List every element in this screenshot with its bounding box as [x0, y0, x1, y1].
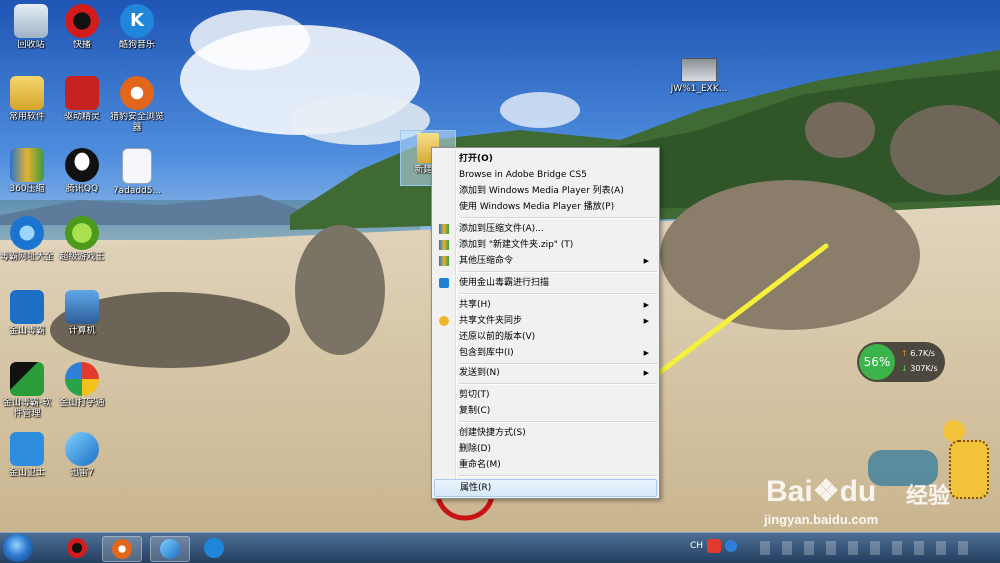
- menu-item-open[interactable]: 打开(O): [434, 151, 657, 167]
- menu-item-share-sync[interactable]: 共享文件夹同步 ▶: [434, 313, 657, 329]
- menu-separator: [459, 421, 657, 423]
- taskbar-xunlei[interactable]: [150, 536, 190, 562]
- menu-item-wmp-play[interactable]: 使用 Windows Media Player 播放(P): [434, 199, 657, 215]
- menu-item-copy[interactable]: 复制(C): [434, 403, 657, 419]
- menu-item-wmp-add-list[interactable]: 添加到 Windows Media Player 列表(A): [434, 183, 657, 199]
- menu-item-include-library[interactable]: 包含到库中(I) ▶: [434, 345, 657, 361]
- duba-shield-icon: [439, 278, 449, 288]
- paw-icon: ❖: [812, 475, 840, 508]
- menu-item-label: 添加到压缩文件(A)...: [459, 224, 544, 234]
- jingyan-label: 经验: [906, 484, 951, 509]
- baidu-logo: Bai❖du: [766, 474, 876, 509]
- taskbar-liebao-browser[interactable]: [102, 536, 142, 562]
- menu-item-duba-scan[interactable]: 使用金山毒霸进行扫描: [434, 275, 657, 291]
- xunlei-bird-icon: [160, 539, 180, 559]
- baidu-logo-text: Bai: [766, 475, 813, 508]
- menu-item-label: 共享文件夹同步: [459, 316, 523, 326]
- start-button[interactable]: [3, 534, 33, 562]
- menu-item-properties[interactable]: 属性(R): [434, 479, 657, 497]
- menu-item-add-to-archive[interactable]: 添加到压缩文件(A)...: [434, 221, 657, 237]
- baidu-logo-text-2: du: [839, 475, 877, 508]
- kugou-icon: [204, 538, 224, 558]
- submenu-arrow-icon: ▶: [643, 301, 649, 309]
- context-menu: 打开(O) Browse in Adobe Bridge CS5 添加到 Win…: [431, 147, 660, 499]
- submenu-arrow-icon: ▶: [643, 369, 649, 377]
- menu-item-more-archive[interactable]: 其他压缩命令 ▶: [434, 253, 657, 269]
- menu-item-send-to[interactable]: 发送到(N) ▶: [434, 365, 657, 381]
- menu-item-label: 使用金山毒霸进行扫描: [459, 278, 550, 288]
- menu-item-label: 添加到 "新建文件夹.zip" (T): [459, 240, 574, 250]
- baidu-watermark: Bai❖du 经验 jingyan.baidu.com: [764, 474, 966, 527]
- menu-item-label: 包含到库中(I): [459, 348, 514, 358]
- menu-item-create-shortcut[interactable]: 创建快捷方式(S): [434, 425, 657, 441]
- menu-item-share[interactable]: 共享(H) ▶: [434, 297, 657, 313]
- menu-item-label: 其他压缩命令: [459, 256, 514, 266]
- taskbar: CH: [0, 532, 1000, 563]
- menu-item-cut[interactable]: 剪切(T): [434, 387, 657, 403]
- watermark-url: jingyan.baidu.com: [764, 512, 879, 527]
- taskbar-kugou[interactable]: [195, 536, 233, 560]
- taskbar-kuaibo[interactable]: [58, 536, 96, 560]
- submenu-arrow-icon: ▶: [643, 257, 649, 265]
- menu-item-rename[interactable]: 重命名(M): [434, 457, 657, 473]
- menu-item-restore-versions[interactable]: 还原以前的版本(V): [434, 329, 657, 345]
- archive-icon: [439, 224, 449, 234]
- menu-item-label: 发送到(N): [459, 368, 500, 378]
- archive-icon: [439, 240, 449, 250]
- sync-icon: [439, 316, 449, 326]
- kuaibo-icon: [67, 538, 87, 558]
- submenu-arrow-icon: ▶: [643, 317, 649, 325]
- archive-icon: [439, 256, 449, 266]
- sogou-ime-icon[interactable]: [707, 539, 721, 553]
- menu-separator: [459, 217, 657, 219]
- menu-separator: [459, 271, 657, 273]
- menu-item-adobe-bridge[interactable]: Browse in Adobe Bridge CS5: [434, 167, 657, 183]
- menu-separator: [459, 293, 657, 295]
- tray-icons: [760, 541, 980, 555]
- language-indicator[interactable]: CH: [690, 541, 703, 551]
- menu-item-add-to-zip[interactable]: 添加到 "新建文件夹.zip" (T): [434, 237, 657, 253]
- menu-item-label: 共享(H): [459, 300, 491, 310]
- menu-separator: [459, 383, 657, 385]
- desktop[interactable]: 回收站 快播 K 酷狗音乐 常用软件 驱动精灵 猎豹安全浏览器 360压缩 腾讯…: [0, 0, 1000, 532]
- liebao-browser-icon: [112, 539, 132, 559]
- menu-separator: [459, 475, 657, 477]
- menu-item-delete[interactable]: 删除(D): [434, 441, 657, 457]
- submenu-arrow-icon: ▶: [643, 349, 649, 357]
- help-icon[interactable]: [725, 540, 737, 552]
